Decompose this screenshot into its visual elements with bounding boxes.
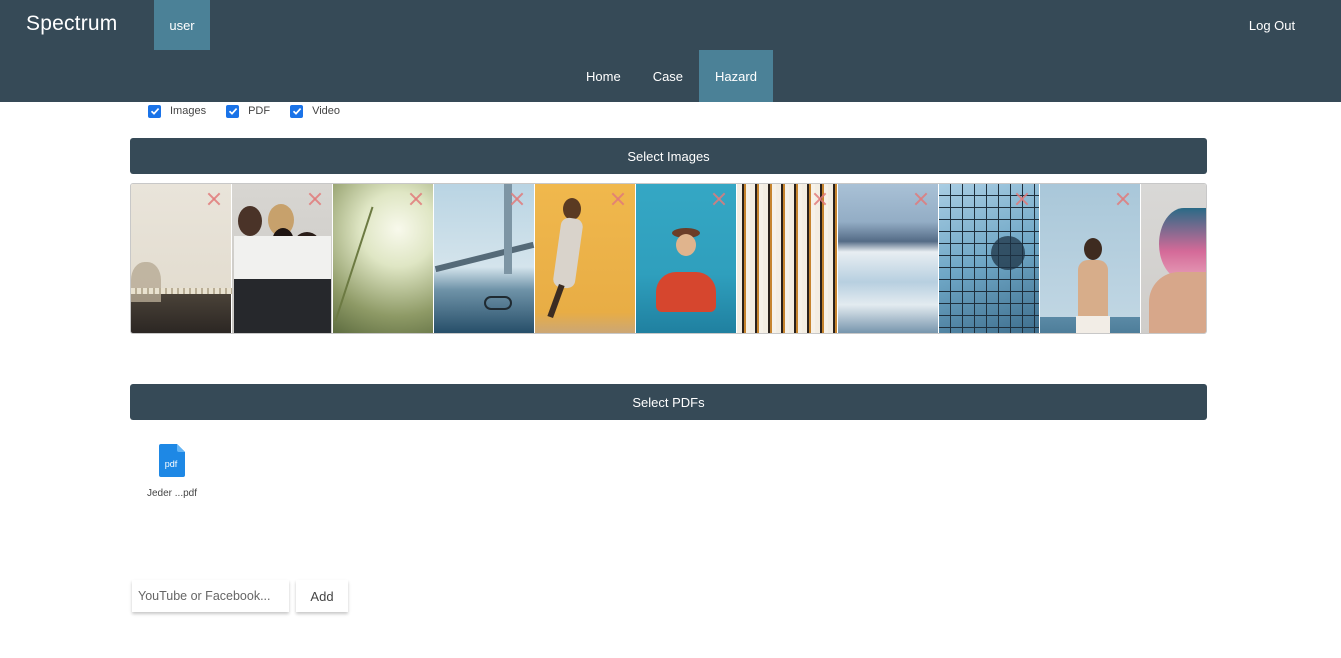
pdf-icon-text: pdf [165, 459, 178, 469]
image-thumbnail[interactable] [232, 184, 333, 333]
top-navbar: Spectrum user Log Out Home Case Hazard [0, 0, 1341, 102]
remove-icon[interactable] [207, 192, 221, 206]
nav-home[interactable]: Home [570, 50, 637, 102]
image-thumbnail[interactable] [131, 184, 232, 333]
video-checkbox[interactable] [290, 104, 304, 118]
image-thumbnail[interactable] [535, 184, 636, 333]
filter-images: Images [148, 104, 207, 118]
image-thumbnail[interactable] [1141, 184, 1206, 333]
check-icon [228, 108, 237, 115]
user-menu[interactable]: user [154, 0, 210, 50]
video-url-input[interactable] [132, 580, 289, 612]
image-thumbnail[interactable] [838, 184, 939, 333]
pdf-filter-label: PDF [248, 105, 271, 117]
remove-icon[interactable] [611, 192, 625, 206]
image-thumbnail[interactable] [333, 184, 434, 333]
image-thumbnail-strip[interactable] [130, 183, 1207, 334]
remove-icon[interactable] [813, 192, 827, 206]
filter-pdf: PDF [226, 104, 271, 118]
check-icon [292, 108, 301, 115]
image-thumbnail[interactable] [737, 184, 838, 333]
logout-link[interactable]: Log Out [1236, 0, 1308, 50]
images-checkbox[interactable] [148, 104, 161, 118]
add-video-button[interactable]: Add [296, 580, 348, 612]
image-thumbnail[interactable] [636, 184, 737, 333]
image-thumbnail[interactable] [1040, 184, 1141, 333]
pdf-checkbox[interactable] [226, 104, 240, 118]
nav-hazard[interactable]: Hazard [699, 50, 773, 102]
video-filter-label: Video [312, 105, 341, 117]
media-filters: Images PDF Video [148, 103, 360, 119]
pdf-file-item[interactable]: pdf Jeder ...pdf [140, 444, 204, 499]
remove-icon[interactable] [1116, 192, 1130, 206]
remove-icon[interactable] [510, 192, 524, 206]
select-pdfs-button[interactable]: Select PDFs [130, 384, 1207, 420]
check-icon [150, 108, 159, 115]
filter-video: Video [290, 104, 341, 118]
remove-icon[interactable] [308, 192, 322, 206]
remove-icon[interactable] [712, 192, 726, 206]
pdf-file-name: Jeder ...pdf [146, 488, 198, 499]
remove-icon[interactable] [1015, 192, 1029, 206]
main-nav: Home Case Hazard [570, 50, 773, 102]
nav-case[interactable]: Case [637, 50, 699, 102]
pdf-file-icon: pdf [159, 444, 185, 477]
select-images-button[interactable]: Select Images [130, 138, 1207, 174]
image-thumbnail[interactable] [434, 184, 535, 333]
app-brand[interactable]: Spectrum [26, 12, 117, 36]
remove-icon[interactable] [914, 192, 928, 206]
images-filter-label: Images [170, 105, 207, 117]
remove-icon[interactable] [409, 192, 423, 206]
image-thumbnail[interactable] [939, 184, 1040, 333]
